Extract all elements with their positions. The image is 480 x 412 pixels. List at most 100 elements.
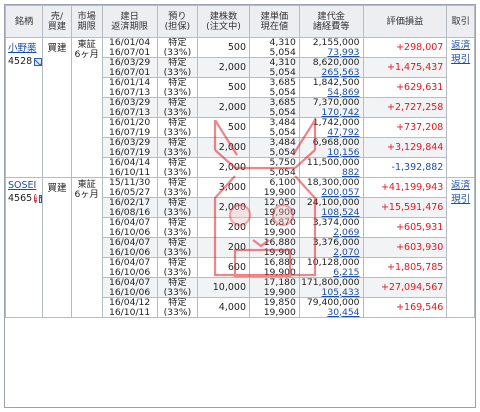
date-cell: 16/01/04 16/07/01 — [101, 37, 158, 58]
price-cell: 4,310 5,054 — [249, 57, 300, 78]
term-label: 6ヶ月 — [74, 48, 99, 60]
position-row: 小野薬 4528 買建 東証 6ヶ月 16/01/04 16/07/01 特定 (33%) 500… — [5, 37, 475, 178]
fee-link[interactable]: 105,433 — [300, 287, 360, 296]
profit-loss-cell: +298,007 — [362, 37, 448, 58]
fee-link[interactable]: 200,057 — [300, 187, 360, 196]
qty-cell: 600 — [197, 257, 250, 278]
deposit-cell: 特定 (33%) — [156, 297, 199, 318]
date-cell: 16/03/29 16/07/01 — [101, 57, 158, 78]
cost-cell: 1,742,000 47,792 — [298, 117, 364, 138]
date-cell: 16/04/07 16/10/06 — [101, 217, 158, 238]
positions-table-frame: 銘柄 売/買建 市場 期限 建日 返済期限 預り (担保) 建株数 (注文中) 建単価現… — [4, 4, 476, 408]
qty-cell: 2,000 — [197, 97, 250, 118]
header-pl: 評価損益 — [362, 5, 448, 38]
price-cell: 16,880 19,900 — [249, 237, 300, 258]
mail-icon[interactable] — [39, 194, 42, 203]
trade-type: 買建 — [47, 43, 67, 54]
price-cell: 16,870 19,900 — [249, 217, 300, 238]
deliver-link[interactable]: 現引 — [448, 192, 474, 206]
header-market: 市場 期限 — [70, 5, 103, 38]
fee-link[interactable]: 882 — [300, 167, 360, 176]
fee-link[interactable]: 2,069 — [300, 227, 359, 236]
price-cell: 3,484 5,054 — [249, 117, 300, 138]
market-cell: 東証 6ヶ月 — [70, 177, 103, 318]
cost-cell: 3,376,000 2,070 — [298, 237, 364, 258]
repay-link[interactable]: 返済 — [448, 39, 474, 53]
header-qty: 建株数 (注文中) — [197, 5, 250, 38]
deposit-cell: 特定 (33%) — [156, 217, 199, 238]
date-cell: 16/04/07 16/10/06 — [101, 257, 158, 278]
deposit-cell: 特定 (33%) — [156, 97, 199, 118]
qty-cell: 200 — [197, 237, 250, 258]
profit-loss-cell: +629,631 — [362, 77, 448, 98]
header-price: 建単価 現在値 — [249, 5, 300, 38]
cost-cell: 11,500,000 882 — [298, 157, 364, 178]
header-cost: 建代金 諸経費等 — [298, 5, 364, 38]
fee-link[interactable]: 54,869 — [300, 87, 359, 96]
fee-link[interactable]: 73,993 — [300, 47, 359, 56]
date-cell: 16/01/20 16/07/19 — [101, 117, 158, 138]
price-cell: 19,850 19,900 — [249, 297, 300, 318]
trade-cell: 返済 現引 — [446, 177, 475, 318]
price-cell: 17,180 19,900 — [249, 277, 300, 298]
profit-loss-cell: -1,392,882 — [362, 157, 448, 178]
qty-cell: 4,000 — [197, 297, 250, 318]
trade-type: 買建 — [47, 183, 67, 194]
deliver-link[interactable]: 現引 — [448, 52, 474, 66]
cost-cell: 79,400,000 30,454 — [298, 297, 364, 318]
price-cell: 3,484 5,054 — [249, 137, 300, 158]
header-row: 銘柄 売/買建 市場 期限 建日 返済期限 預り (担保) 建株数 (注文中) 建単価現… — [5, 5, 475, 38]
deposit-cell: 特定 (33%) — [156, 237, 199, 258]
cost-cell: 6,968,000 10,156 — [298, 137, 364, 158]
cost-cell: 2,155,000 73,993 — [298, 37, 364, 58]
profit-loss-cell: +41,199,943 — [362, 177, 448, 198]
profit-loss-cell: +2,727,258 — [362, 97, 448, 118]
mail-icon[interactable] — [34, 57, 42, 66]
date-cell: 16/04/07 16/10/06 — [101, 237, 158, 258]
profit-loss-cell: +169,546 — [362, 297, 448, 318]
deposit-cell: 特定 (33%) — [156, 117, 199, 138]
price-cell: 3,685 5,054 — [249, 77, 300, 98]
header-trade: 取引 — [446, 5, 475, 38]
qty-cell: 2,000 — [197, 197, 250, 218]
profit-loss-cell: +27,094,567 — [362, 277, 448, 298]
price-cell: 12,050 19,900 — [249, 197, 300, 218]
alert-icon[interactable]: ! — [34, 194, 38, 203]
stock-name-link[interactable]: SOSEI — [7, 179, 42, 191]
price-cell: 4,310 5,054 — [249, 37, 300, 58]
stock-code: 4528 — [8, 56, 33, 67]
deposit-cell: 特定 (33%) — [156, 177, 199, 198]
deposit-cell: 特定 (33%) — [156, 277, 199, 298]
fee-link[interactable]: 6,215 — [300, 267, 359, 276]
header-deposit: 預り (担保) — [156, 5, 199, 38]
header-date: 建日 返済期限 — [101, 5, 158, 38]
stock-name-link[interactable]: 小野薬 — [7, 39, 42, 54]
fee-link[interactable]: 30,454 — [300, 307, 359, 316]
deposit-cell: 特定 (33%) — [156, 37, 199, 58]
date-cell: 15/11/30 16/05/27 — [101, 177, 158, 198]
fee-link[interactable]: 108,524 — [300, 207, 360, 216]
fee-link[interactable]: 2,070 — [300, 247, 359, 256]
deposit-cell: 特定 (33%) — [156, 257, 199, 278]
deposit-cell: 特定 (33%) — [156, 77, 199, 98]
cost-cell: 24,100,000 108,524 — [298, 197, 364, 218]
stock-name-cell: SOSEI 4565! — [5, 177, 44, 318]
qty-cell: 2,000 — [197, 57, 250, 78]
date-cell: 16/01/14 16/07/13 — [101, 77, 158, 98]
fee-link[interactable]: 170,742 — [300, 107, 360, 116]
trade-cell: 返済 現引 — [446, 37, 475, 178]
stock-name-cell: 小野薬 4528 — [5, 37, 44, 178]
cost-cell: 1,842,500 54,869 — [298, 77, 364, 98]
stock-code: 4565 — [8, 193, 33, 204]
fee-link[interactable]: 265,563 — [300, 67, 360, 76]
repay-link[interactable]: 返済 — [448, 179, 474, 193]
profit-loss-cell: +737,208 — [362, 117, 448, 138]
date-cell: 16/02/17 16/08/16 — [101, 197, 158, 218]
date-cell: 16/04/14 16/10/11 — [101, 157, 158, 178]
qty-cell: 500 — [197, 77, 250, 98]
deposit-cell: 特定 (33%) — [156, 197, 199, 218]
fee-link[interactable]: 47,792 — [300, 127, 359, 136]
header-name: 銘柄 — [5, 5, 44, 38]
fee-link[interactable]: 10,156 — [300, 147, 359, 156]
date-cell: 16/03/29 16/07/13 — [101, 97, 158, 118]
